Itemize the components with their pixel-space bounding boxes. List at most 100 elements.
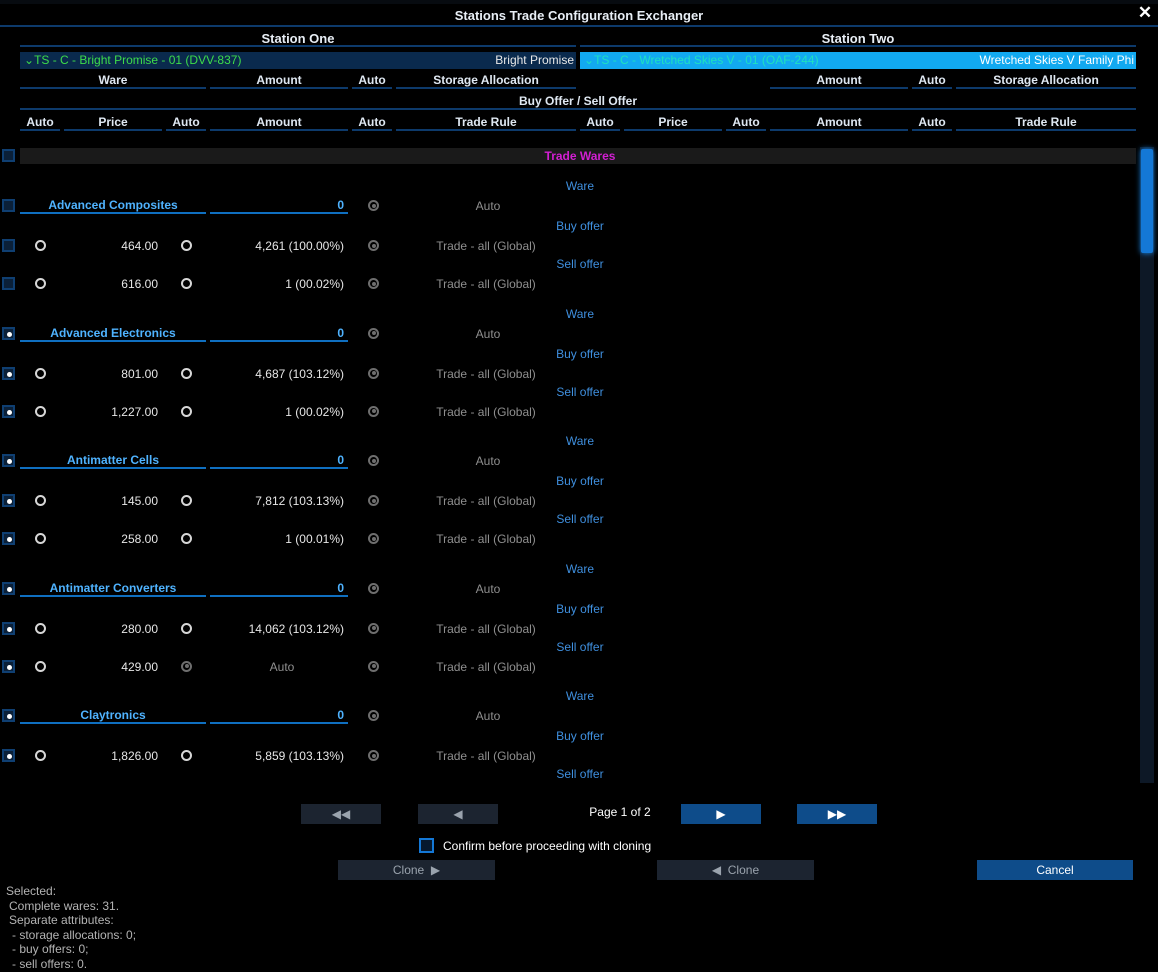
buy-amount-auto-radio[interactable] [181,622,192,634]
buy-price[interactable]: 280.00 [64,622,158,636]
buy-price-auto-radio[interactable] [35,495,46,506]
cancel-button[interactable]: Cancel [977,860,1133,880]
buy-price-auto-radio[interactable] [35,367,46,379]
sell-rule-auto-radio[interactable] [368,660,379,672]
col-offer-amount-two: Amount [770,115,908,131]
ware-row-checkbox[interactable] [2,709,15,722]
col-ware: Ware [20,73,206,89]
sell-amount-auto-radio[interactable] [181,533,192,544]
storage-auto-radio[interactable] [368,327,379,339]
sell-trade-rule[interactable]: Trade - all (Global) [396,405,576,419]
sell-price[interactable]: 429.00 [64,660,158,674]
left-icon: ◀ [711,863,725,877]
sell-price[interactable]: 1,227.00 [64,405,158,419]
sell-amount-auto-radio[interactable] [181,405,192,417]
sell-trade-rule[interactable]: Trade - all (Global) [396,277,576,291]
storage-allocation-value: Auto [475,709,501,723]
storage-auto-radio[interactable] [368,455,379,466]
storage-amount[interactable]: 0 [210,453,348,469]
close-icon[interactable]: ✕ [1135,4,1155,22]
buy-amount[interactable]: 4,261 (100.00%) [210,239,344,253]
next-page-button[interactable]: ▶ [681,804,761,824]
ware-row-checkbox[interactable] [2,199,15,212]
buy-rule-auto-radio[interactable] [368,495,379,506]
sell-amount[interactable]: Auto [210,660,354,674]
station-one-selector[interactable]: ⌄TS - C - Bright Promise - 01 (DVV-837) … [20,52,576,69]
confirm-checkbox[interactable] [419,838,434,853]
ware-row-checkbox[interactable] [2,454,15,467]
sell-rule-auto-radio[interactable] [368,533,379,544]
storage-amount[interactable]: 0 [210,581,348,597]
buy-row-checkbox[interactable] [2,621,15,635]
sell-rule-auto-radio[interactable] [368,405,379,417]
buy-rule-auto-radio[interactable] [368,622,379,634]
buy-price[interactable]: 801.00 [64,367,158,381]
ware-row-checkbox[interactable] [2,326,15,340]
buy-rule-auto-radio[interactable] [368,750,379,761]
buy-price[interactable]: 145.00 [64,494,158,508]
buy-amount[interactable]: 4,687 (103.12%) [210,367,344,381]
clone-right-button[interactable]: Clone ▶ [338,860,495,880]
buy-amount[interactable]: 5,859 (103.13%) [210,749,344,763]
sell-row-checkbox[interactable] [2,659,15,673]
buy-trade-rule[interactable]: Trade - all (Global) [396,622,576,636]
buy-rule-auto-radio[interactable] [368,367,379,379]
storage-auto-radio[interactable] [368,200,379,211]
buy-price[interactable]: 1,826.00 [64,749,158,763]
sell-row-checkbox[interactable] [2,532,15,545]
buy-trade-rule[interactable]: Trade - all (Global) [396,749,576,763]
buy-rule-auto-radio[interactable] [368,240,379,251]
buy-trade-rule[interactable]: Trade - all (Global) [396,239,576,253]
storage-amount[interactable]: 0 [210,198,348,214]
buy-amount[interactable]: 7,812 (103.13%) [210,494,344,508]
buy-price[interactable]: 464.00 [64,239,158,253]
chevron-down-icon: ⌄ [584,53,595,67]
buy-offer-category-label: Buy offer [556,601,604,616]
storage-amount[interactable]: 0 [210,326,348,342]
sell-rule-auto-radio[interactable] [368,278,379,289]
clone-left-label: Clone [727,863,760,877]
sell-amount[interactable]: 1 (00.02%) [210,277,344,291]
buy-amount-auto-radio[interactable] [181,367,192,379]
buy-amount-auto-radio[interactable] [181,240,192,251]
buy-trade-rule[interactable]: Trade - all (Global) [396,367,576,381]
storage-auto-radio[interactable] [368,582,379,594]
sell-price-auto-radio[interactable] [35,660,46,672]
section-select-checkbox[interactable] [2,149,15,162]
station-two-selector[interactable]: ⌄TS - C - Wretched Skies V - 01 (OAF-244… [580,52,1136,69]
buy-row-checkbox[interactable] [2,239,15,252]
sell-price[interactable]: 616.00 [64,277,158,291]
buy-row-checkbox[interactable] [2,749,15,762]
sell-price-auto-radio[interactable] [35,278,46,289]
sell-price-auto-radio[interactable] [35,405,46,417]
prev-page-button[interactable]: ◀ [418,804,498,824]
buy-amount-auto-radio[interactable] [181,750,192,761]
storage-allocation-value: Auto [475,454,501,468]
sell-price[interactable]: 258.00 [64,532,158,546]
sell-amount[interactable]: 1 (00.02%) [210,405,344,419]
last-page-button[interactable]: ▶▶ [797,804,877,824]
buy-price-auto-radio[interactable] [35,622,46,634]
sell-trade-rule[interactable]: Trade - all (Global) [396,532,576,546]
storage-auto-radio[interactable] [368,710,379,721]
right-icon: ▶ [716,807,726,821]
storage-amount[interactable]: 0 [210,708,348,724]
buy-row-checkbox[interactable] [2,494,15,507]
sell-trade-rule[interactable]: Trade - all (Global) [396,660,576,674]
buy-trade-rule[interactable]: Trade - all (Global) [396,494,576,508]
buy-row-checkbox[interactable] [2,366,15,380]
ware-row-checkbox[interactable] [2,581,15,595]
sell-price-auto-radio[interactable] [35,533,46,544]
sell-amount-auto-radio[interactable] [181,660,192,672]
sell-row-checkbox[interactable] [2,404,15,418]
sell-amount-auto-radio[interactable] [181,278,192,289]
section-trade-wares: Trade Wares [544,149,616,163]
sell-row-checkbox[interactable] [2,277,15,290]
buy-amount[interactable]: 14,062 (103.12%) [210,622,344,636]
buy-price-auto-radio[interactable] [35,240,46,251]
clone-left-button[interactable]: ◀ Clone [657,860,814,880]
buy-price-auto-radio[interactable] [35,750,46,761]
sell-amount[interactable]: 1 (00.01%) [210,532,344,546]
buy-amount-auto-radio[interactable] [181,495,192,506]
first-page-button[interactable]: ◀◀ [301,804,381,824]
